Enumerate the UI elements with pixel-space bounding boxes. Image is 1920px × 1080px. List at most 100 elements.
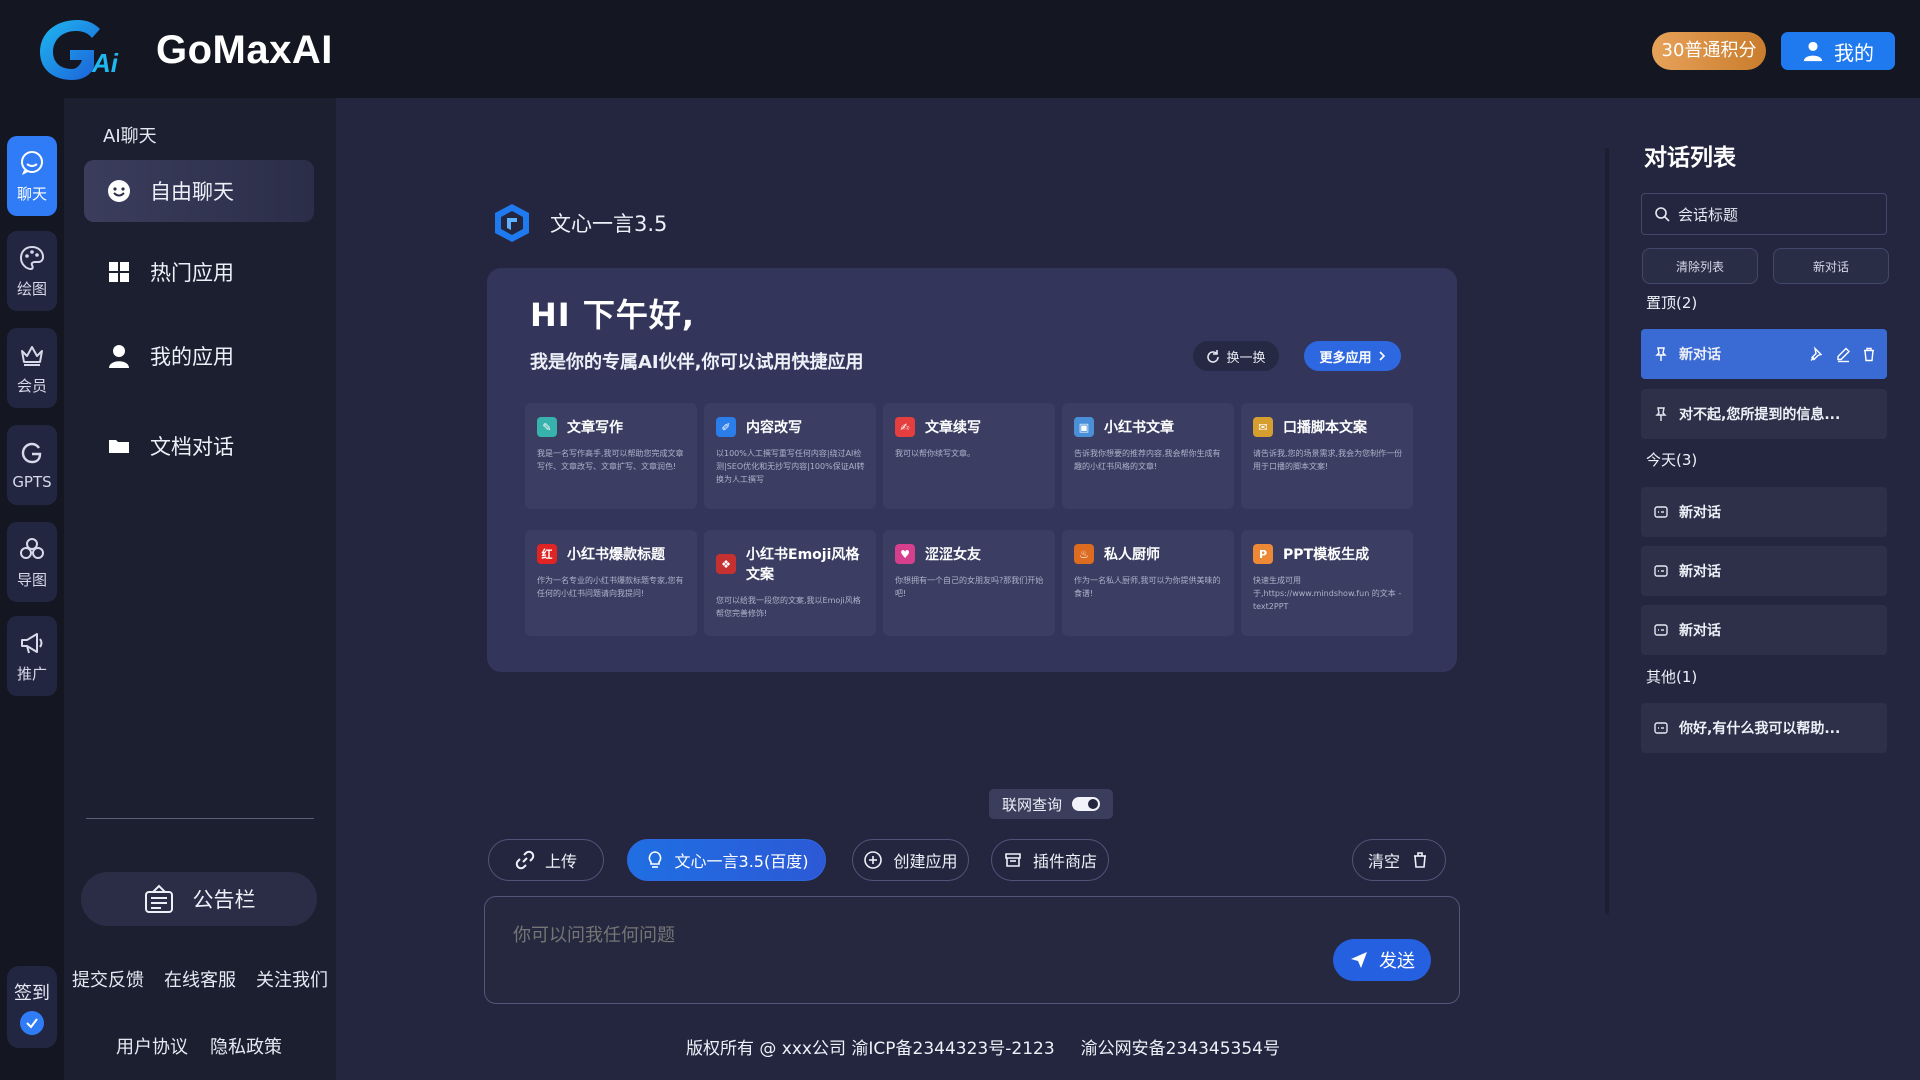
quick-app-grid: ✎ 文章写作 我是一名写作高手,我可以帮助您完成文章写作、文章改写、文章扩写、文章润… <box>525 403 1417 636</box>
app-card-header: ✍ 文章续写 <box>895 417 1045 437</box>
model-select-button[interactable]: 文心一言3.5(百度) <box>627 839 826 881</box>
clear-list-button[interactable]: 清除列表 <box>1642 248 1758 284</box>
conversation-item[interactable]: 新对话 <box>1641 487 1887 537</box>
message-input-box: 发送 <box>484 896 1460 1004</box>
conversation-item[interactable]: 新对话 <box>1641 329 1887 379</box>
clear-button[interactable]: 清空 <box>1352 839 1446 881</box>
conversation-title: 新对话 <box>1679 505 1721 521</box>
notice-board-button[interactable]: 公告栏 <box>81 872 317 926</box>
plugin-store-button[interactable]: 插件商店 <box>991 839 1109 881</box>
app-title: 私人厨师 <box>1104 547 1160 563</box>
conversation-item[interactable]: 新对话 <box>1641 546 1887 596</box>
app-title: 口播脚本文案 <box>1283 420 1367 436</box>
rail-label: 会员 <box>16 376 47 395</box>
logo-icon[interactable]: Ai <box>34 14 130 84</box>
model-select-label: 文心一言3.5(百度) <box>674 852 809 871</box>
upload-button[interactable]: 上传 <box>488 839 604 881</box>
new-chat-button[interactable]: 新对话 <box>1773 248 1889 284</box>
sign-in-label: 签到 <box>14 983 50 1004</box>
privacy-policy-link[interactable]: 隐私政策 <box>210 1033 282 1059</box>
sign-in-button[interactable]: 签到 <box>7 966 57 1048</box>
follow-link[interactable]: 关注我们 <box>256 966 328 992</box>
support-link[interactable]: 在线客服 <box>164 966 236 992</box>
app-card[interactable]: ♥ 涩涩女友 你想拥有一个自己的女朋友吗?那我们开始吧! <box>883 530 1055 636</box>
footer-links-legal: 用户协议 隐私政策 <box>116 1033 282 1059</box>
points-badge[interactable]: 30普通积分 <box>1652 32 1766 70</box>
bulb-icon <box>648 851 661 868</box>
web-search-toggle[interactable]: 联网查询 <box>989 789 1113 819</box>
app-description: 您可以给我一段您的文案,我以Emoji风格帮您完善修饰! <box>716 596 861 618</box>
rail-item-gpts[interactable]: GPTS <box>7 425 57 505</box>
menu-item-free-chat[interactable]: 自由聊天 <box>84 160 314 222</box>
trash-icon[interactable] <box>1861 346 1877 363</box>
app-card-header: ❖ 小红书Emoji风格文案 <box>716 544 866 584</box>
app-description: 告诉我你想要的推荐内容,我会帮你生成有趣的小红书风格的文章! <box>1074 449 1221 471</box>
web-search-label: 联网查询 <box>1001 795 1062 814</box>
conversation-search[interactable]: 会话标题 <box>1641 193 1887 235</box>
message-icon <box>1654 565 1668 577</box>
menu-item-my-apps[interactable]: 我的应用 <box>84 325 314 387</box>
toggle-switch[interactable] <box>1072 797 1100 811</box>
app-card[interactable]: ❖ 小红书Emoji风格文案您可以给我一段您的文案,我以Emoji风格帮您完善修饰… <box>704 530 876 636</box>
conversation-item[interactable]: 对不起,您所提到的信息... <box>1641 389 1887 439</box>
app-card[interactable]: P PPT模板生成 快速生成可用于,https://www.mindshow.fun… <box>1241 530 1413 636</box>
refresh-apps-button[interactable]: 换一换 <box>1193 341 1279 371</box>
rail-item-membership[interactable]: 会员 <box>7 328 57 408</box>
folder-icon <box>109 440 129 453</box>
app-icon: 红 <box>537 544 557 564</box>
app-description: 我可以帮你续写文章。 <box>895 449 975 458</box>
rail-item-chat[interactable]: 聊天 <box>7 136 57 216</box>
menu-heading: AI聊天 <box>103 126 157 147</box>
create-app-label: 创建应用 <box>893 852 958 871</box>
app-card[interactable]: ✎ 文章写作 我是一名写作高手,我可以帮助您完成文章写作、文章改写、文章扩写、文章润… <box>525 403 697 509</box>
user-agreement-link[interactable]: 用户协议 <box>116 1033 188 1059</box>
menu-item-hot-apps[interactable]: 热门应用 <box>84 241 314 303</box>
app-card-header: ✐ 内容改写 <box>716 417 866 437</box>
app-card-header: ▣ 小红书文章 <box>1074 417 1224 437</box>
app-card[interactable]: 红小红书爆款标题 作为一名专业的小红书爆款标题专家,您有任何的小红书问题请向我提问… <box>525 530 697 636</box>
app-icon: ✉ <box>1253 417 1273 437</box>
conversation-search-placeholder: 会话标题 <box>1678 205 1739 224</box>
app-card-header: ✎ 文章写作 <box>537 417 687 437</box>
user-icon <box>109 345 129 368</box>
link-icon <box>515 850 535 870</box>
feedback-link[interactable]: 提交反馈 <box>72 966 144 992</box>
rail-item-promote[interactable]: 推广 <box>7 616 57 696</box>
crown-icon <box>21 345 43 366</box>
send-button[interactable]: 发送 <box>1333 939 1431 981</box>
app-title: 涩涩女友 <box>925 547 981 563</box>
rail-item-mindmap[interactable]: 导图 <box>7 522 57 602</box>
group-label-other: 其他(1) <box>1646 668 1698 686</box>
conversation-item[interactable]: 新对话 <box>1641 605 1887 655</box>
message-input[interactable] <box>513 925 1213 946</box>
app-card-header: 红小红书爆款标题 <box>537 544 687 564</box>
greeting: HI 下午好, <box>530 296 695 334</box>
logo-text[interactable]: GoMaxAI <box>156 28 333 73</box>
edit-icon[interactable] <box>1835 346 1851 363</box>
menu-item-doc-chat[interactable]: 文档对话 <box>84 415 314 477</box>
app-icon: ♥ <box>895 544 915 564</box>
more-apps-button[interactable]: 更多应用 <box>1304 341 1401 371</box>
icon-rail: 聊天 绘图 会员 GPTS 导图 推广 签到 <box>0 98 64 1080</box>
app-card[interactable]: ✐ 内容改写 以100%人工撰写重写任何内容|绕过AI检测|SEO优化和无抄写内容|… <box>704 403 876 509</box>
app-card[interactable]: ✉ 口播脚本文案 请告诉我,您的场景需求,我会为您制作一份用于口播的脚本文案! <box>1241 403 1413 509</box>
app-card[interactable]: ♨ 私人厨师 作为一名私人厨师,我可以为你提供美味的食谱! <box>1062 530 1234 636</box>
app-card[interactable]: ▣ 小红书文章 告诉我你想要的推荐内容,我会帮你生成有趣的小红书风格的文章! <box>1062 403 1234 509</box>
my-account-button[interactable]: 我的 <box>1781 32 1895 70</box>
conversation-item[interactable]: 你好,有什么我可以帮助... <box>1641 703 1887 753</box>
create-app-button[interactable]: 创建应用 <box>852 839 969 881</box>
rail-item-draw[interactable]: 绘图 <box>7 231 57 311</box>
group-label-today: 今天(3) <box>1646 451 1698 469</box>
scrollbar[interactable] <box>1605 148 1609 914</box>
footer-links: 提交反馈 在线客服 关注我们 <box>72 966 328 992</box>
gpts-icon <box>21 442 42 464</box>
app-icon: ✍ <box>895 417 915 437</box>
megaphone-icon <box>21 632 43 653</box>
plugin-store-label: 插件商店 <box>1032 852 1097 871</box>
app-icon: ♨ <box>1074 544 1094 564</box>
conversation-title: 对不起,您所提到的信息... <box>1679 407 1841 423</box>
unpin-icon[interactable] <box>1809 345 1825 363</box>
app-card[interactable]: ✍ 文章续写我可以帮你续写文章。 <box>883 403 1055 509</box>
svg-text:Ai: Ai <box>91 48 119 78</box>
app-title: 内容改写 <box>746 420 802 436</box>
